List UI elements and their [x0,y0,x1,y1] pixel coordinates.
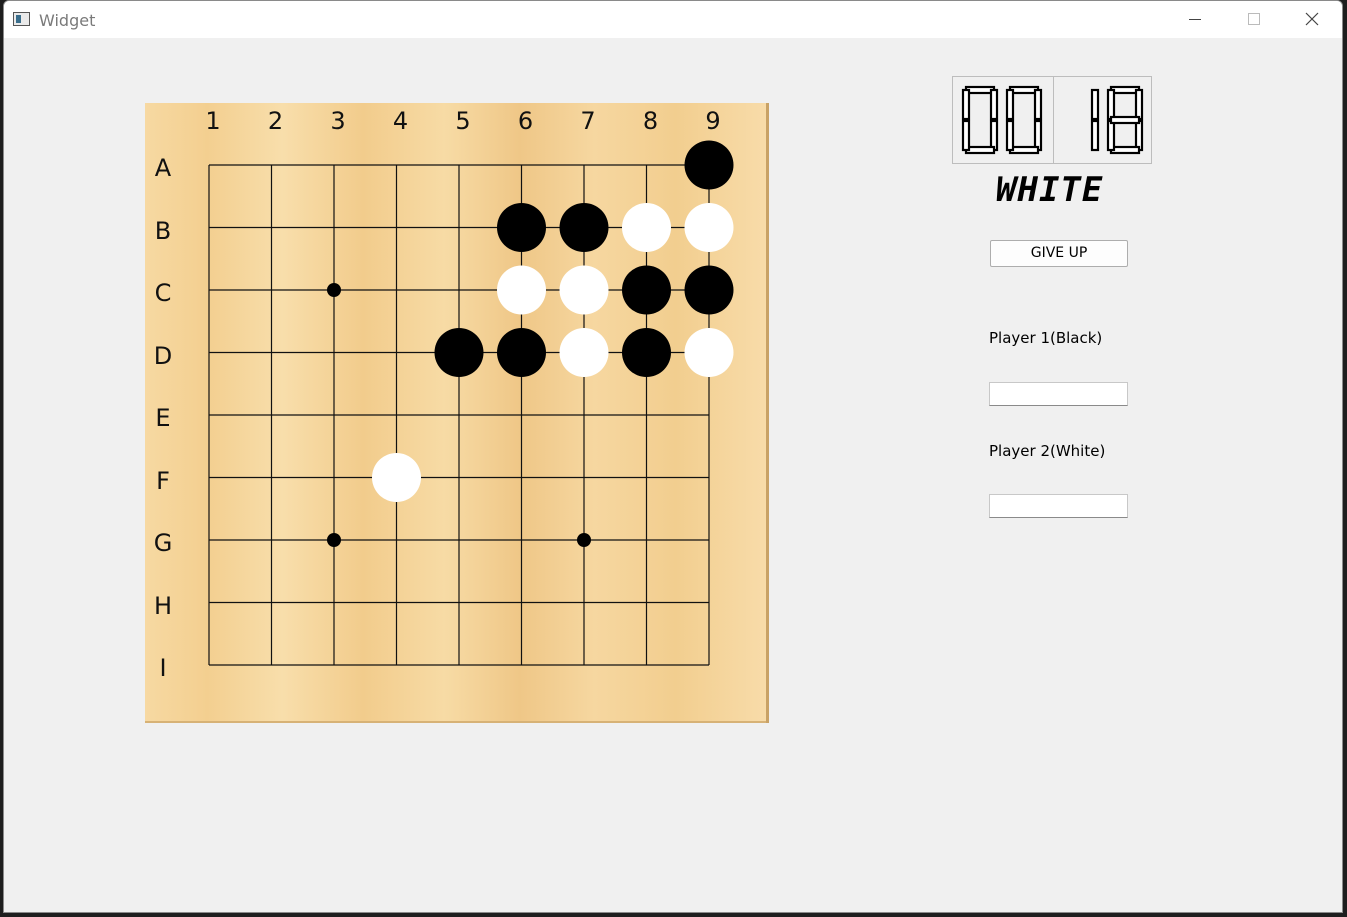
lcd-segment [989,88,999,121]
lcd-segment [1090,119,1100,152]
row-label: H [153,591,173,620]
lcd-segment [961,119,971,152]
column-label: 7 [580,107,596,135]
lcd-segment [989,119,999,152]
column-label: 3 [330,107,346,135]
player1-label: Player 1(Black) [989,329,1103,347]
window-title: Widget [39,11,96,30]
black-stone-B6 [497,203,546,252]
close-button[interactable] [1283,1,1341,38]
row-label: D [153,341,173,370]
white-stone-D9 [684,328,734,377]
lcd-segment [1109,115,1141,125]
column-label: 9 [705,107,721,135]
lcd-segment [1008,145,1040,155]
lcd-segment [1106,119,1116,152]
minimize-button[interactable] [1167,1,1225,38]
lcd-segment [1005,88,1015,121]
white-stone-D7 [559,328,609,377]
column-label: 5 [455,107,471,135]
timer-display [952,76,1152,164]
star-point [327,533,341,547]
column-label: 8 [642,107,659,135]
row-label: E [155,404,171,432]
minimize-icon [1189,19,1201,20]
white-stone-B8 [622,203,671,252]
lcd-segment [1134,88,1144,121]
lcd-segment [1033,88,1043,121]
column-label: 1 [205,107,221,135]
lcd-segment [1005,119,1015,152]
lcd-segment [1106,88,1116,121]
row-label: C [154,279,172,307]
timer-minutes [961,85,1043,155]
lcd-segment [964,145,996,155]
title-bar: Widget [4,1,1342,38]
star-point [327,283,341,297]
player2-label: Player 2(White) [989,442,1106,460]
app-icon [13,12,30,26]
lcd-segment [1008,85,1040,95]
column-label: 2 [267,107,284,135]
black-stone-D8 [622,328,671,377]
row-label: F [156,466,170,495]
row-label: I [159,654,167,682]
black-stone-B7 [559,203,609,252]
timer-seconds [1090,85,1144,155]
row-label: G [153,529,173,557]
star-point [577,533,591,547]
go-board[interactable]: 1 2 3 4 5 6 7 8 9 A B C D E F G H I [145,103,769,723]
board-grid[interactable] [145,103,769,723]
lcd-segment [1134,119,1144,152]
column-label: 6 [517,107,534,135]
black-stone-C9 [684,265,734,315]
lcd-segment [961,88,971,121]
column-label: 4 [392,107,409,135]
lcd-segment [1109,85,1141,95]
player2-input[interactable] [989,494,1128,518]
turn-indicator: WHITE [996,170,1104,210]
row-label: A [154,154,172,182]
lcd-segment [1090,88,1100,121]
lcd-segment [964,85,996,95]
black-stone-D6 [497,328,546,377]
give-up-button[interactable]: GIVE UP [990,240,1128,267]
close-icon [1305,12,1319,26]
maximize-icon [1248,13,1260,25]
white-stone-C6 [497,265,546,315]
white-stone-C7 [559,265,609,315]
black-stone-D5 [434,328,484,377]
player1-input[interactable] [989,382,1128,406]
row-label: B [154,216,172,245]
black-stone-C8 [622,265,671,315]
lcd-segment [1033,119,1043,152]
white-stone-F4 [372,453,421,502]
lcd-segment [1109,145,1141,155]
maximize-button[interactable] [1225,1,1283,38]
white-stone-B9 [684,203,734,252]
black-stone-A9 [684,140,734,190]
